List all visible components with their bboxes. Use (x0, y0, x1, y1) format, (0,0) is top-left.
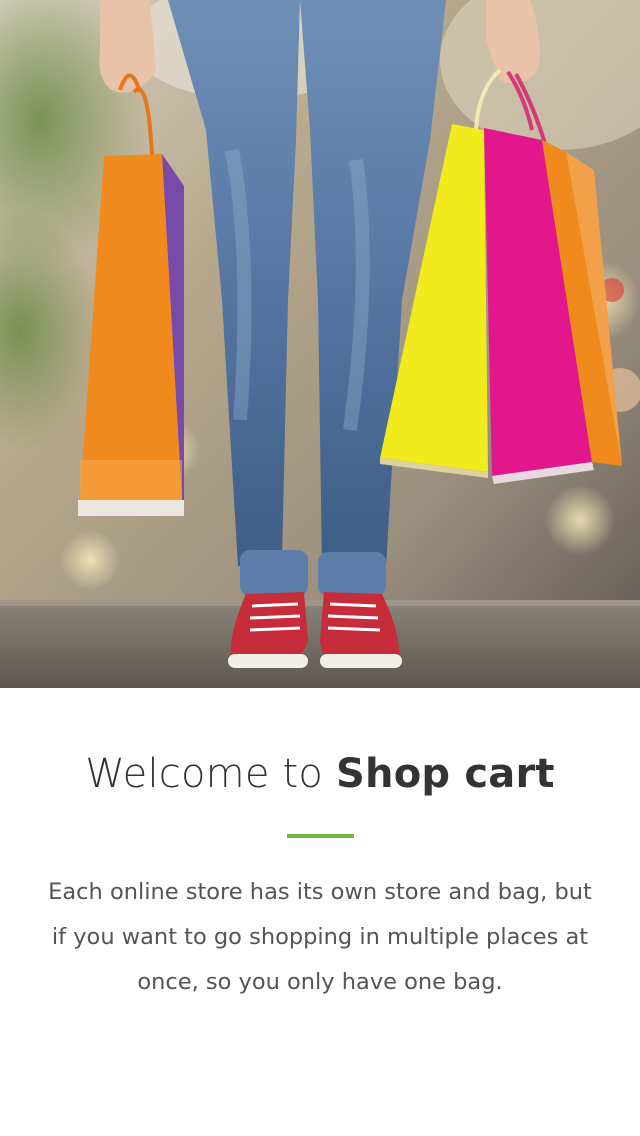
welcome-section: Welcome to Shop cart Each online store h… (0, 688, 640, 1136)
welcome-prefix: Welcome to (85, 751, 324, 797)
brand-name: Shop cart (336, 751, 555, 797)
accent-divider (287, 834, 354, 838)
welcome-title: Welcome to Shop cart (0, 748, 640, 800)
shopping-bags-illustration (0, 0, 640, 688)
hero-image (0, 0, 640, 688)
welcome-description: Each online store has its own store and … (48, 879, 592, 995)
